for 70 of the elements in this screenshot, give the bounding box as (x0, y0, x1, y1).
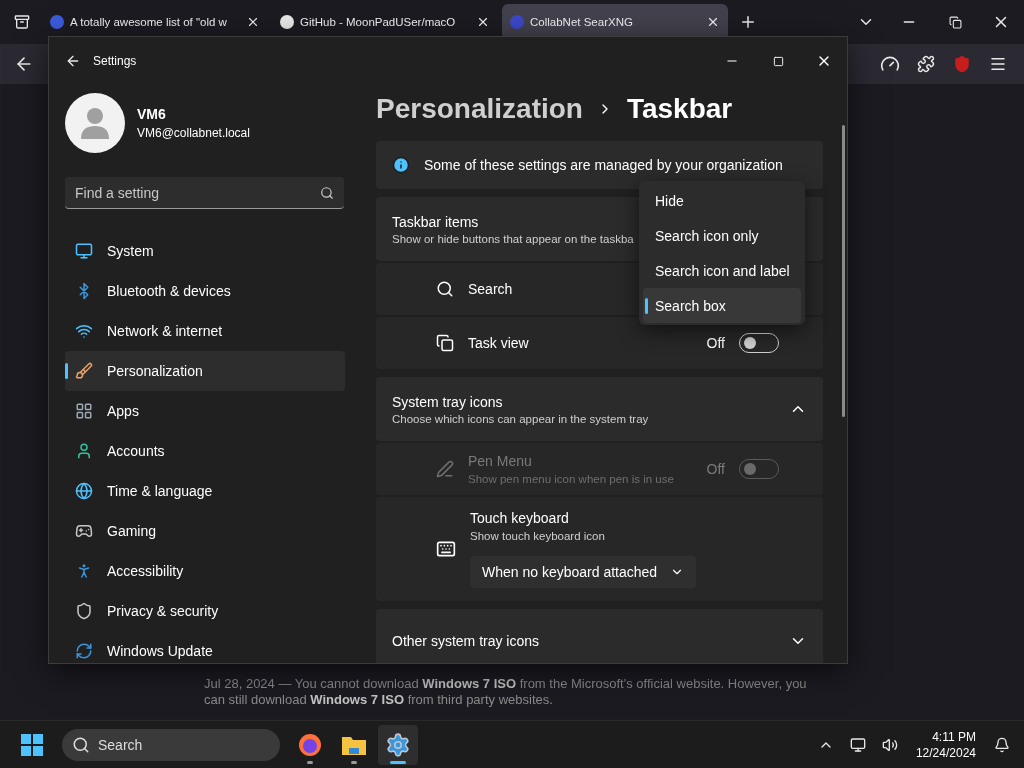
setting-description: Show pen menu icon when pen is in use (468, 473, 675, 485)
clock[interactable]: 4:11 PM 12/24/2024 (907, 728, 984, 761)
user-email: VM6@collabnet.local (137, 126, 250, 140)
apps-icon (75, 402, 93, 420)
setting-label: Task view (468, 335, 530, 351)
section-title: System tray icons (392, 393, 503, 410)
section-title: Taskbar items (392, 213, 479, 230)
user-name: VM6 (137, 106, 167, 122)
find-setting-field[interactable]: Find a setting (65, 177, 344, 209)
site-icon (50, 15, 64, 29)
setting-label: Pen Menu (468, 453, 533, 469)
search-icon[interactable] (320, 186, 334, 200)
section-subtitle: Choose which icons can appear in the system tray (392, 412, 649, 425)
nav-item[interactable]: Accounts (65, 431, 345, 471)
dropdown[interactable]: When no keyboard attached (470, 556, 696, 588)
four-squares-icon (21, 733, 43, 756)
brush-icon (75, 362, 93, 380)
close-icon[interactable] (246, 15, 260, 29)
taskbar-app-button[interactable] (378, 724, 418, 765)
banner-text: Some of these settings are managed by your organization (424, 157, 783, 173)
page-title: Taskbar (626, 93, 733, 125)
nav-item[interactable]: Privacy & security (65, 591, 345, 631)
nav-item[interactable]: Gaming (65, 511, 345, 551)
menu-option[interactable]: Search box (643, 288, 801, 323)
wifi-icon (75, 322, 93, 340)
globe-icon (75, 482, 93, 500)
close-icon[interactable] (476, 15, 490, 29)
toggle-state: Off (706, 461, 725, 477)
person-icon (75, 442, 93, 460)
nav-item[interactable]: Network & internet (65, 311, 345, 351)
nav-item[interactable]: Personalization (65, 351, 345, 391)
shield-icon (75, 602, 93, 620)
nav-item[interactable]: System (65, 231, 345, 271)
breadcrumb-parent[interactable]: Personalization (376, 93, 583, 125)
keyboard-icon (436, 539, 456, 559)
toggle-state: Off (706, 335, 725, 351)
scrollbar[interactable] (842, 125, 845, 417)
menu-option[interactable]: Search icon only (643, 218, 801, 253)
nav-item[interactable]: Accessibility (65, 551, 345, 591)
search-icon (72, 735, 90, 754)
gear-icon (385, 731, 411, 758)
nav-item[interactable]: Bluetooth & devices (65, 271, 345, 311)
pen-icon (436, 460, 454, 478)
setting-description: Show touch keyboard icon (470, 530, 606, 542)
section-title: Other system tray icons (392, 633, 540, 649)
avatar (65, 93, 125, 153)
maximize-icon[interactable] (772, 55, 784, 67)
taskbar-search-field[interactable]: Search (62, 728, 280, 761)
browser-tab[interactable]: GitHub - MoonPadUSer/macO (272, 4, 498, 40)
browser-tab[interactable]: A totally awesome list of "old w (42, 4, 268, 40)
nav-item[interactable]: Windows Update (65, 631, 345, 663)
monitor-icon (75, 242, 93, 260)
site-icon (280, 15, 294, 29)
refresh-icon (75, 642, 93, 660)
close-icon[interactable] (706, 15, 720, 29)
setting-label: Search (468, 281, 514, 297)
setting-label: Touch keyboard (470, 510, 570, 526)
browser-icon (298, 732, 322, 757)
nav-item[interactable]: Apps (65, 391, 345, 431)
info-icon (392, 156, 410, 174)
section-header[interactable]: System tray icons Choose which icons can appear in the system tray (376, 377, 823, 441)
search-icon (436, 280, 454, 298)
window-title: Settings (93, 54, 137, 68)
nav-item[interactable]: Time & language (65, 471, 345, 511)
search-result-snippet: Jul 28, 2024 — You cannot download Windows 7 ISO from the Microsoft's official website. However, you can still download Windows 7 ISO from third party websites. (204, 676, 808, 708)
section-subtitle: Show or hide buttons that appear on the taskba (392, 232, 634, 245)
site-icon (510, 15, 524, 29)
windows-stack-icon (436, 334, 454, 352)
section-header[interactable]: Other system tray icons (376, 609, 823, 663)
gamepad-icon (75, 522, 93, 540)
